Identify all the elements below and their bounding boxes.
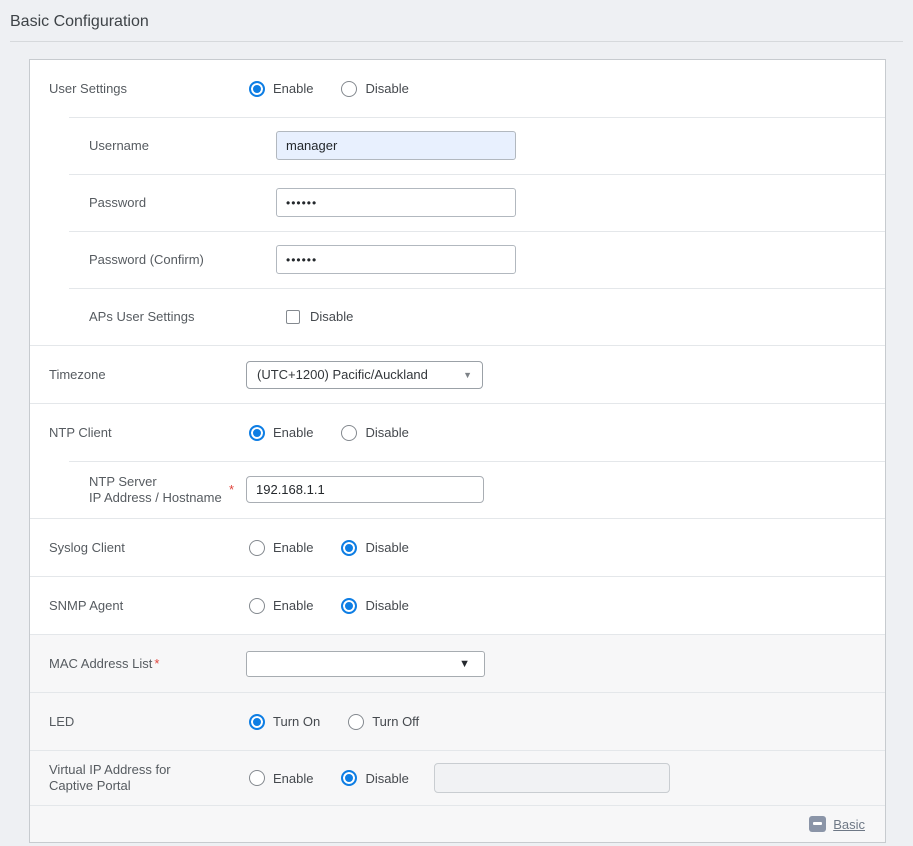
panel-footer: Basic [30, 805, 885, 842]
user-settings-enable-radio[interactable] [249, 81, 265, 97]
row-password: Password [30, 174, 885, 231]
timezone-select[interactable]: (UTC+1200) Pacific/Auckland ▼ [246, 361, 483, 389]
syslog-client-disable-radio[interactable] [341, 540, 357, 556]
syslog-client-enable-radio[interactable] [249, 540, 265, 556]
ntp-client-enable-radio[interactable] [249, 425, 265, 441]
ntp-client-label: NTP Client [30, 424, 246, 441]
virtual-ip-label: Virtual IP Address for Captive Portal [30, 762, 246, 794]
ntp-client-disable-label[interactable]: Disable [365, 425, 408, 440]
virtual-ip-enable-radio[interactable] [249, 770, 265, 786]
snmp-agent-disable-label[interactable]: Disable [365, 598, 408, 613]
led-turn-off-radio[interactable] [348, 714, 364, 730]
led-turn-on-radio[interactable] [249, 714, 265, 730]
snmp-agent-label: SNMP Agent [30, 597, 246, 614]
virtual-ip-label-line1: Virtual IP Address for [49, 762, 246, 778]
mac-address-list-label: MAC Address List* [30, 655, 246, 672]
row-syslog-client: Syslog Client Enable Disable [30, 518, 885, 576]
row-virtual-ip: Virtual IP Address for Captive Portal En… [30, 750, 885, 805]
snmp-agent-enable-label[interactable]: Enable [273, 598, 313, 613]
required-asterisk: * [154, 656, 159, 671]
row-timezone: Timezone (UTC+1200) Pacific/Auckland ▼ [30, 345, 885, 403]
syslog-client-enable-label[interactable]: Enable [273, 540, 313, 555]
username-input[interactable] [276, 131, 516, 160]
page-title: Basic Configuration [10, 13, 903, 41]
ntp-server-label: NTP Server IP Address / Hostname * [30, 474, 246, 506]
user-settings-label: User Settings [30, 80, 246, 97]
user-settings-disable-label[interactable]: Disable [365, 81, 408, 96]
row-password-confirm: Password (Confirm) [30, 231, 885, 288]
ntp-client-disable-radio[interactable] [341, 425, 357, 441]
chevron-down-icon: ▼ [463, 370, 472, 380]
aps-user-settings-label: APs User Settings [30, 308, 246, 325]
timezone-label: Timezone [30, 366, 246, 383]
row-username: Username [30, 117, 885, 174]
basic-collapse-button[interactable]: Basic [809, 816, 865, 832]
basic-collapse-link[interactable]: Basic [833, 817, 865, 832]
header-divider [10, 41, 903, 42]
password-confirm-label: Password (Confirm) [30, 251, 246, 268]
row-snmp-agent: SNMP Agent Enable Disable [30, 576, 885, 634]
virtual-ip-disable-label[interactable]: Disable [365, 771, 408, 786]
row-ntp-client: NTP Client Enable Disable [30, 403, 885, 461]
timezone-selected-value: (UTC+1200) Pacific/Auckland [257, 367, 428, 382]
password-confirm-input[interactable] [276, 245, 516, 274]
aps-user-settings-disable-checkbox[interactable] [286, 310, 300, 324]
collapse-minus-icon[interactable] [809, 816, 826, 832]
syslog-client-label: Syslog Client [30, 539, 246, 556]
snmp-agent-disable-radio[interactable] [341, 598, 357, 614]
user-settings-enable-label[interactable]: Enable [273, 81, 313, 96]
page-header: Basic Configuration [0, 0, 913, 42]
chevron-down-icon: ▼ [459, 658, 474, 670]
virtual-ip-input [434, 763, 670, 793]
username-label: Username [30, 137, 246, 154]
row-ntp-server: NTP Server IP Address / Hostname * [30, 461, 885, 518]
syslog-client-disable-label[interactable]: Disable [365, 540, 408, 555]
led-label: LED [30, 713, 246, 730]
row-mac-address-list: MAC Address List* ▼ [30, 634, 885, 692]
led-turn-on-label[interactable]: Turn On [273, 714, 320, 729]
virtual-ip-enable-label[interactable]: Enable [273, 771, 313, 786]
mac-address-list-select[interactable]: ▼ [246, 651, 485, 677]
password-label: Password [30, 194, 246, 211]
row-aps-user-settings: APs User Settings Disable [30, 288, 885, 345]
snmp-agent-enable-radio[interactable] [249, 598, 265, 614]
basic-configuration-panel: User Settings Enable Disable Username Pa… [29, 59, 886, 843]
required-asterisk: * [229, 481, 234, 498]
ntp-server-label-line2: IP Address / Hostname [89, 490, 222, 506]
row-user-settings: User Settings Enable Disable [30, 60, 885, 117]
ntp-client-enable-label[interactable]: Enable [273, 425, 313, 440]
aps-user-settings-disable-label[interactable]: Disable [310, 309, 353, 324]
led-turn-off-label[interactable]: Turn Off [372, 714, 419, 729]
password-input[interactable] [276, 188, 516, 217]
virtual-ip-label-line2: Captive Portal [49, 778, 246, 794]
virtual-ip-disable-radio[interactable] [341, 770, 357, 786]
ntp-server-input[interactable] [246, 476, 484, 503]
ntp-server-label-line1: NTP Server [89, 474, 222, 490]
row-led: LED Turn On Turn Off [30, 692, 885, 750]
user-settings-disable-radio[interactable] [341, 81, 357, 97]
